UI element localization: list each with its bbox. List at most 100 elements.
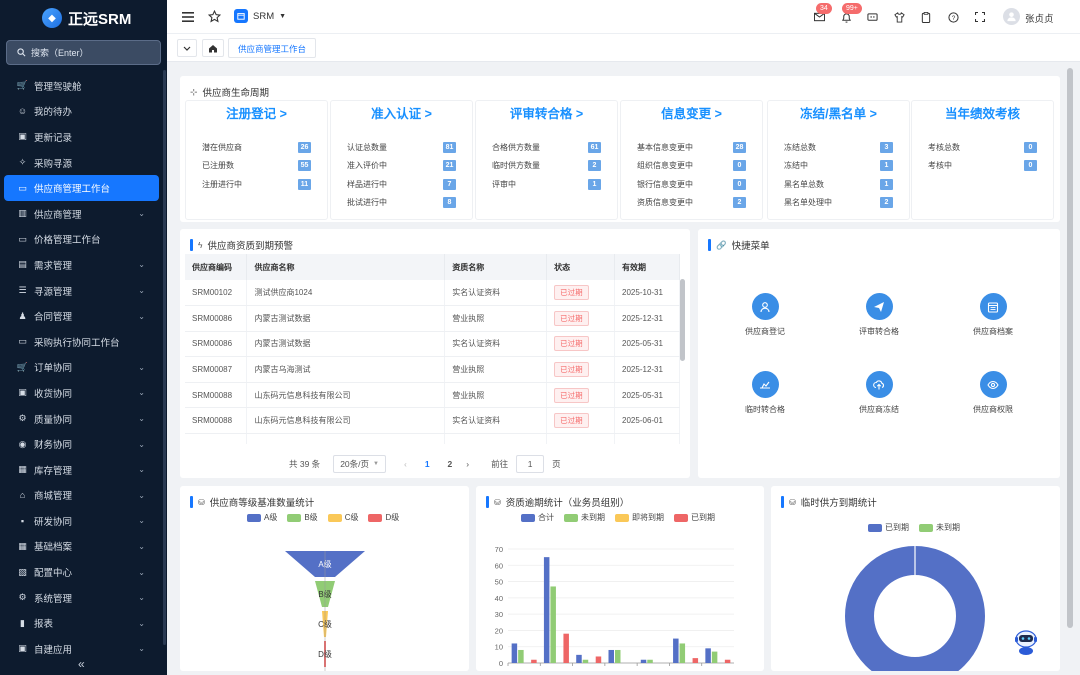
lifecycle-row[interactable]: 潜在供应商 26 xyxy=(186,138,327,157)
bar[interactable] xyxy=(615,649,621,663)
sidebar-item-16[interactable]: ⌂ 商城管理 ⌄ xyxy=(0,483,167,509)
sidebar-item-3[interactable]: ✧ 采购寻源 xyxy=(0,150,167,176)
bar[interactable] xyxy=(550,586,556,663)
user-name[interactable]: 张贞贞 xyxy=(1025,11,1054,25)
sidebar-item-10[interactable]: ▭ 采购执行协同工作台 xyxy=(0,329,167,355)
sidebar-item-18[interactable]: ▦ 基础档案 ⌄ xyxy=(0,534,167,560)
lifecycle-row[interactable]: 冻结中 1 xyxy=(768,157,909,176)
lifecycle-row[interactable]: 组织信息变更中 0 xyxy=(621,157,762,176)
bar[interactable] xyxy=(511,643,518,663)
user-avatar[interactable] xyxy=(1003,8,1020,25)
sidebar-item-7[interactable]: ▤ 需求管理 ⌄ xyxy=(0,252,167,278)
lifecycle-row[interactable]: 黑名单处理中 2 xyxy=(768,194,909,213)
legend-item[interactable]: 已到期 xyxy=(868,522,909,533)
favorite-star-icon[interactable] xyxy=(207,9,221,23)
sidebar-item-13[interactable]: ⚙ 质量协同 ⌄ xyxy=(0,406,167,432)
bar[interactable] xyxy=(582,659,589,663)
clipboard-icon[interactable] xyxy=(919,10,933,24)
lifecycle-row[interactable]: 准入评价中 21 xyxy=(331,157,472,176)
table-row[interactable]: SRM00088 山东码元信息科技有限公司 实名认证资料 已过期 2025-06-01 xyxy=(185,407,680,435)
tab-supplier-workbench[interactable]: 供应商管理工作台 xyxy=(228,38,317,58)
page-1[interactable]: 1 xyxy=(425,459,430,469)
menu-toggle-icon[interactable] xyxy=(181,10,195,24)
lifecycle-row[interactable]: 资质信息变更中 2 xyxy=(621,194,762,213)
lifecycle-row[interactable]: 认证总数量 81 xyxy=(331,138,472,157)
lifecycle-row[interactable]: 合格供方数量 61 xyxy=(476,138,617,157)
table-scrollbar[interactable] xyxy=(680,279,685,361)
quick-menu-item-4[interactable]: 供应商冻结 xyxy=(834,371,924,415)
bar[interactable] xyxy=(679,643,686,663)
goto-input[interactable]: 1 xyxy=(516,455,545,473)
page-size-select[interactable]: 20条/页 ▼ xyxy=(333,455,386,473)
quick-menu-item-1[interactable]: 评审转合格 xyxy=(834,293,924,337)
quick-menu-item-0[interactable]: 供应商登记 xyxy=(720,293,810,337)
home-tab[interactable] xyxy=(202,39,224,57)
bar[interactable] xyxy=(711,651,718,663)
sidebar-item-0[interactable]: 🛒 管理驾驶舱 xyxy=(0,73,167,99)
fullscreen-icon[interactable] xyxy=(973,10,987,24)
sidebar-item-15[interactable]: ▦ 库存管理 ⌄ xyxy=(0,457,167,483)
lifecycle-row[interactable]: 考核中 0 xyxy=(912,157,1053,176)
sidebar-item-6[interactable]: ▭ 价格管理工作台 xyxy=(0,227,167,253)
app-select[interactable]: SRM ▼ xyxy=(234,9,286,23)
sidebar-item-21[interactable]: ▮ 报表 ⌄ xyxy=(0,610,167,636)
page-2[interactable]: 2 xyxy=(448,459,453,469)
prev-page-icon[interactable]: ‹ xyxy=(404,459,407,469)
bar[interactable] xyxy=(724,659,731,663)
lifecycle-stage-heading[interactable]: 评审转合格 > xyxy=(476,101,617,127)
help-icon[interactable]: ? xyxy=(946,10,960,24)
next-page-icon[interactable]: › xyxy=(466,459,469,469)
assistant-robot-icon[interactable] xyxy=(1011,626,1041,656)
lifecycle-row[interactable]: 批试进行中 8 xyxy=(331,194,472,213)
bar[interactable] xyxy=(647,659,653,663)
sidebar-item-12[interactable]: ▣ 收货协同 ⌄ xyxy=(0,380,167,406)
sidebar-item-20[interactable]: ⚙ 系统管理 ⌄ xyxy=(0,585,167,611)
bar[interactable] xyxy=(640,659,647,663)
quick-menu-item-3[interactable]: 临时转合格 xyxy=(720,371,810,415)
sidebar-scrollbar[interactable] xyxy=(163,70,166,645)
table-row[interactable]: SRM00102 测试供应商1024 实名认证资料 已过期 2025-10-31 xyxy=(185,280,680,307)
customer-service-icon[interactable] xyxy=(865,10,879,24)
lifecycle-row[interactable]: 样品进行中 7 xyxy=(331,175,472,194)
lifecycle-row[interactable]: 临时供方数量 2 xyxy=(476,157,617,176)
lifecycle-stage-heading[interactable]: 冻结/黑名单 > xyxy=(768,101,909,127)
table-row[interactable]: SRM00086 内蒙古测试数据 实名认证资料 已过期 2025-05-31 xyxy=(185,331,680,358)
lifecycle-row[interactable]: 冻结总数 3 xyxy=(768,138,909,157)
legend-item[interactable]: 未到期 xyxy=(919,522,960,533)
bar[interactable] xyxy=(543,557,550,663)
sidebar-item-2[interactable]: ▣ 更新记录 xyxy=(0,124,167,150)
lifecycle-stage-heading[interactable]: 准入认证 > xyxy=(331,101,472,127)
sidebar-item-11[interactable]: 🛒 订单协同 ⌄ xyxy=(0,355,167,381)
sidebar-item-5[interactable]: ▥ 供应商管理 ⌄ xyxy=(0,201,167,227)
quick-menu-item-5[interactable]: 供应商权限 xyxy=(948,371,1038,415)
lifecycle-row[interactable]: 考核总数 0 xyxy=(912,138,1053,157)
bar[interactable] xyxy=(563,633,569,663)
lifecycle-row[interactable]: 黑名单总数 1 xyxy=(768,175,909,194)
bar[interactable] xyxy=(576,654,582,663)
lifecycle-stage-heading[interactable]: 当年绩效考核 xyxy=(912,101,1053,127)
sidebar-item-17[interactable]: ▪ 研发协同 ⌄ xyxy=(0,508,167,534)
donut-slice[interactable] xyxy=(845,546,985,672)
main-scrollbar[interactable] xyxy=(1067,68,1073,628)
search-input[interactable]: 搜索（Enter） xyxy=(6,40,161,65)
bar[interactable] xyxy=(705,648,711,663)
lifecycle-row[interactable]: 注册进行中 11 xyxy=(186,175,327,194)
bar[interactable] xyxy=(531,659,537,663)
shirt-icon[interactable] xyxy=(892,10,906,24)
sidebar-item-8[interactable]: ☰ 寻源管理 ⌄ xyxy=(0,278,167,304)
lifecycle-stage-heading[interactable]: 注册登记 > xyxy=(186,101,327,127)
lifecycle-row[interactable]: 基本信息变更中 28 xyxy=(621,138,762,157)
tabs-dropdown-button[interactable] xyxy=(177,39,197,57)
sidebar-item-14[interactable]: ◉ 财务协同 ⌄ xyxy=(0,431,167,457)
table-row[interactable]: SRM00088 山东码元信息科技有限公司 营业执照 已过期 2025-05-31 xyxy=(185,382,680,409)
sidebar-item-1[interactable]: ☺ 我的待办 xyxy=(0,99,167,125)
lifecycle-row[interactable]: 已注册数 55 xyxy=(186,157,327,176)
bar[interactable] xyxy=(518,649,524,663)
sidebar-item-4[interactable]: ▭ 供应商管理工作台 xyxy=(4,175,159,201)
bar[interactable] xyxy=(608,649,615,663)
collapse-sidebar-icon[interactable]: « xyxy=(78,657,85,671)
lifecycle-stage-heading[interactable]: 信息变更 > xyxy=(621,101,762,127)
bar[interactable] xyxy=(673,638,679,663)
lifecycle-row[interactable]: 评审中 1 xyxy=(476,175,617,194)
table-row[interactable]: SRM00087 内蒙古乌海测试 营业执照 已过期 2025-12-31 xyxy=(185,356,680,383)
